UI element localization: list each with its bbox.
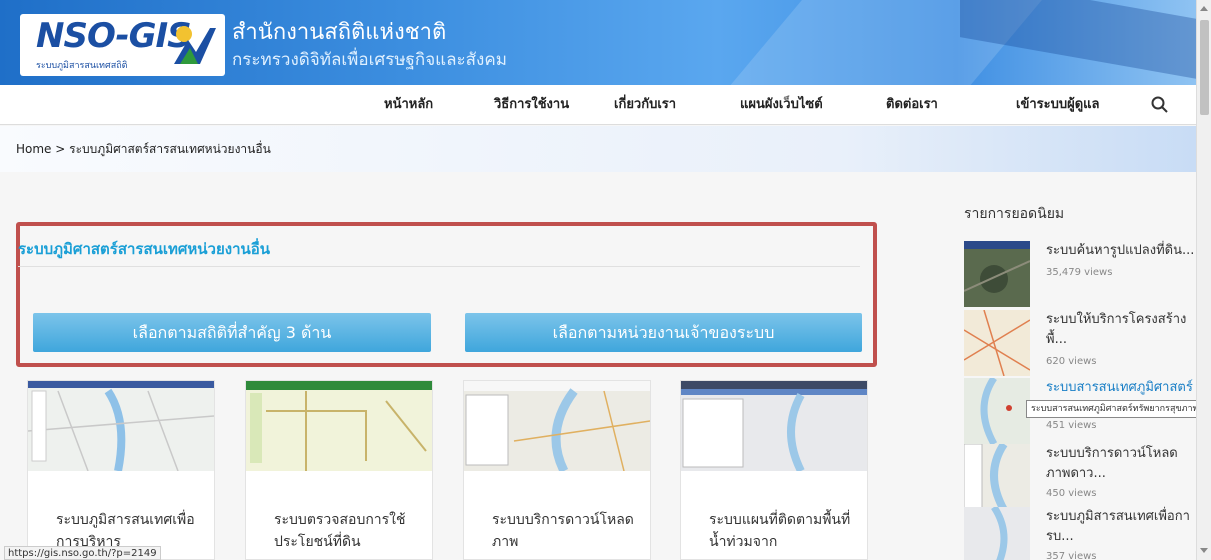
section-title: ระบบภูมิศาสตร์สารสนเทศหน่วยงานอื่น: [18, 240, 271, 258]
search-icon[interactable]: [1150, 95, 1170, 115]
nav-item-about[interactable]: เกี่ยวกับเรา: [614, 85, 676, 125]
card-title: ระบบตรวจสอบการใช้ประโยชน์ที่ดิน: [274, 512, 406, 550]
site-title: สำนักงานสถิติแห่งชาติ: [232, 20, 447, 45]
nav-item-contact[interactable]: ติดต่อเรา: [886, 85, 938, 125]
card-thumbnail: [464, 381, 650, 471]
scroll-up-arrow-icon[interactable]: [1200, 6, 1208, 11]
breadcrumb-home-link[interactable]: Home: [16, 142, 51, 156]
popular-item-title[interactable]: ระบบภูมิสารสนเทศเพื่อการบ...: [1046, 507, 1196, 547]
scrollbar-thumb[interactable]: [1200, 20, 1209, 115]
system-card[interactable]: ระบบบริการดาวน์โหลดภาพ: [463, 380, 651, 560]
popular-item-views: 35,479 views: [1046, 267, 1113, 278]
site-subtitle: กระทรวงดิจิทัลเพื่อเศรษฐกิจและสังคม: [232, 50, 507, 70]
card-thumbnail: [246, 381, 432, 471]
nav-item-how-to-use[interactable]: วิธีการใช้งาน: [494, 85, 569, 125]
breadcrumb-separator: >: [55, 142, 66, 156]
logo-text: NSO-GIS: [36, 16, 192, 56]
popular-item-title[interactable]: ระบบสารสนเทศภูมิศาสตร์: [1046, 378, 1196, 398]
site-header: NSO-GIS ระบบภูมิสารสนเทศสถิติ สำนักงานสถ…: [0, 0, 1196, 85]
nav-item-admin-login[interactable]: เข้าระบบผู้ดูแล: [1016, 85, 1100, 125]
site-logo[interactable]: NSO-GIS ระบบภูมิสารสนเทศสถิติ: [20, 14, 225, 76]
logo-subtitle: ระบบภูมิสารสนเทศสถิติ: [36, 61, 128, 71]
popular-item-views: 450 views: [1046, 488, 1097, 499]
vertical-scrollbar[interactable]: [1196, 0, 1211, 560]
popular-thumbnail: [964, 507, 1030, 560]
header-decoration: [960, 0, 1196, 83]
card-thumbnail: [28, 381, 214, 471]
tooltip: ระบบสารสนเทศภูมิศาสตร์ทรัพยากรสุขภาพ: [1026, 400, 1204, 418]
status-bar-url: https://gis.nso.go.th/?p=2149: [4, 546, 161, 560]
popular-item-title[interactable]: ระบบค้นหารูปแปลงที่ดิน...: [1046, 241, 1196, 261]
main-nav: หน้าหลัก วิธีการใช้งาน เกี่ยวกับเรา แผนผ…: [0, 85, 1196, 125]
popular-thumbnail: [964, 310, 1030, 376]
scroll-down-arrow-icon[interactable]: [1200, 548, 1208, 553]
section-divider: [18, 266, 860, 267]
select-by-statistics-button[interactable]: เลือกตามสถิติที่สำคัญ 3 ด้าน: [33, 313, 431, 352]
breadcrumb: Home > ระบบภูมิศาสตร์สารสนเทศหน่วยงานอื่…: [16, 140, 271, 159]
card-thumbnail: [681, 381, 867, 471]
nav-item-sitemap[interactable]: แผนผังเว็บไซต์: [740, 85, 823, 125]
card-title: ระบบแผนที่ติดตามพื้นที่น้ำท่วมจาก: [709, 512, 851, 550]
breadcrumb-bar: Home > ระบบภูมิศาสตร์สารสนเทศหน่วยงานอื่…: [0, 126, 1196, 172]
popular-item-views: 620 views: [1046, 356, 1097, 367]
select-by-agency-button[interactable]: เลือกตามหน่วยงานเจ้าของระบบ: [465, 313, 862, 352]
breadcrumb-current: ระบบภูมิศาสตร์สารสนเทศหน่วยงานอื่น: [69, 142, 271, 156]
system-card[interactable]: ระบบภูมิสารสนเทศเพื่อการบริหาร: [27, 380, 215, 560]
popular-thumbnail: [964, 378, 1030, 444]
popular-heading: รายการยอดนิยม: [964, 206, 1065, 222]
card-title: ระบบบริการดาวน์โหลดภาพ: [492, 512, 634, 550]
popular-thumbnail: [964, 444, 1030, 510]
popular-item-views: 357 views: [1046, 551, 1097, 560]
popular-thumbnail: [964, 241, 1030, 307]
logo-mark-icon: [174, 26, 216, 64]
popular-item-title[interactable]: ระบบให้บริการโครงสร้างพื้...: [1046, 310, 1196, 350]
popular-item-title[interactable]: ระบบบริการดาวน์โหลดภาพดาว...: [1046, 444, 1196, 484]
system-card[interactable]: ระบบแผนที่ติดตามพื้นที่น้ำท่วมจาก: [680, 380, 868, 560]
system-card[interactable]: ระบบตรวจสอบการใช้ประโยชน์ที่ดิน: [245, 380, 433, 560]
popular-item-views: 451 views: [1046, 420, 1097, 431]
nav-item-home[interactable]: หน้าหลัก: [384, 85, 433, 125]
